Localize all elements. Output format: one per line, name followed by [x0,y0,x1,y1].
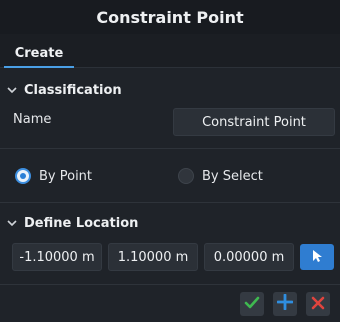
classification-header[interactable]: Classification [0,75,340,105]
title-bar: Constraint Point [0,0,340,34]
by-point-label: By Point [39,168,93,184]
confirm-button[interactable] [240,292,264,316]
divider [0,202,340,203]
radio-selected-icon[interactable] [15,168,31,184]
plus-icon [276,293,294,314]
pick-location-button[interactable] [300,244,334,270]
x-coordinate-field[interactable]: -1.10000 m [12,243,102,271]
chevron-down-icon[interactable] [0,219,24,227]
window-title: Constraint Point [96,7,244,27]
define-location-header[interactable]: Define Location [0,208,340,238]
by-point-option[interactable]: By Point [15,164,92,188]
tab-create[interactable]: Create [4,40,74,68]
classification-title: Classification [24,82,122,98]
by-select-option[interactable]: By Select [178,164,263,188]
by-select-label: By Select [202,168,263,184]
name-field[interactable]: Constraint Point [173,108,335,136]
close-icon [311,295,325,314]
cursor-arrow-icon [311,248,323,267]
add-button[interactable] [273,292,297,316]
divider [0,148,340,149]
cancel-button[interactable] [306,292,330,316]
radio-unselected-icon[interactable] [178,168,194,184]
define-location-title: Define Location [24,215,139,231]
tab-strip: Create [0,34,340,68]
z-coordinate-field[interactable]: 0.00000 m [204,243,294,271]
check-icon [244,295,260,314]
divider [0,284,340,285]
y-coordinate-field[interactable]: 1.10000 m [108,243,198,271]
chevron-down-icon[interactable] [0,86,24,94]
name-label: Name [13,112,52,127]
